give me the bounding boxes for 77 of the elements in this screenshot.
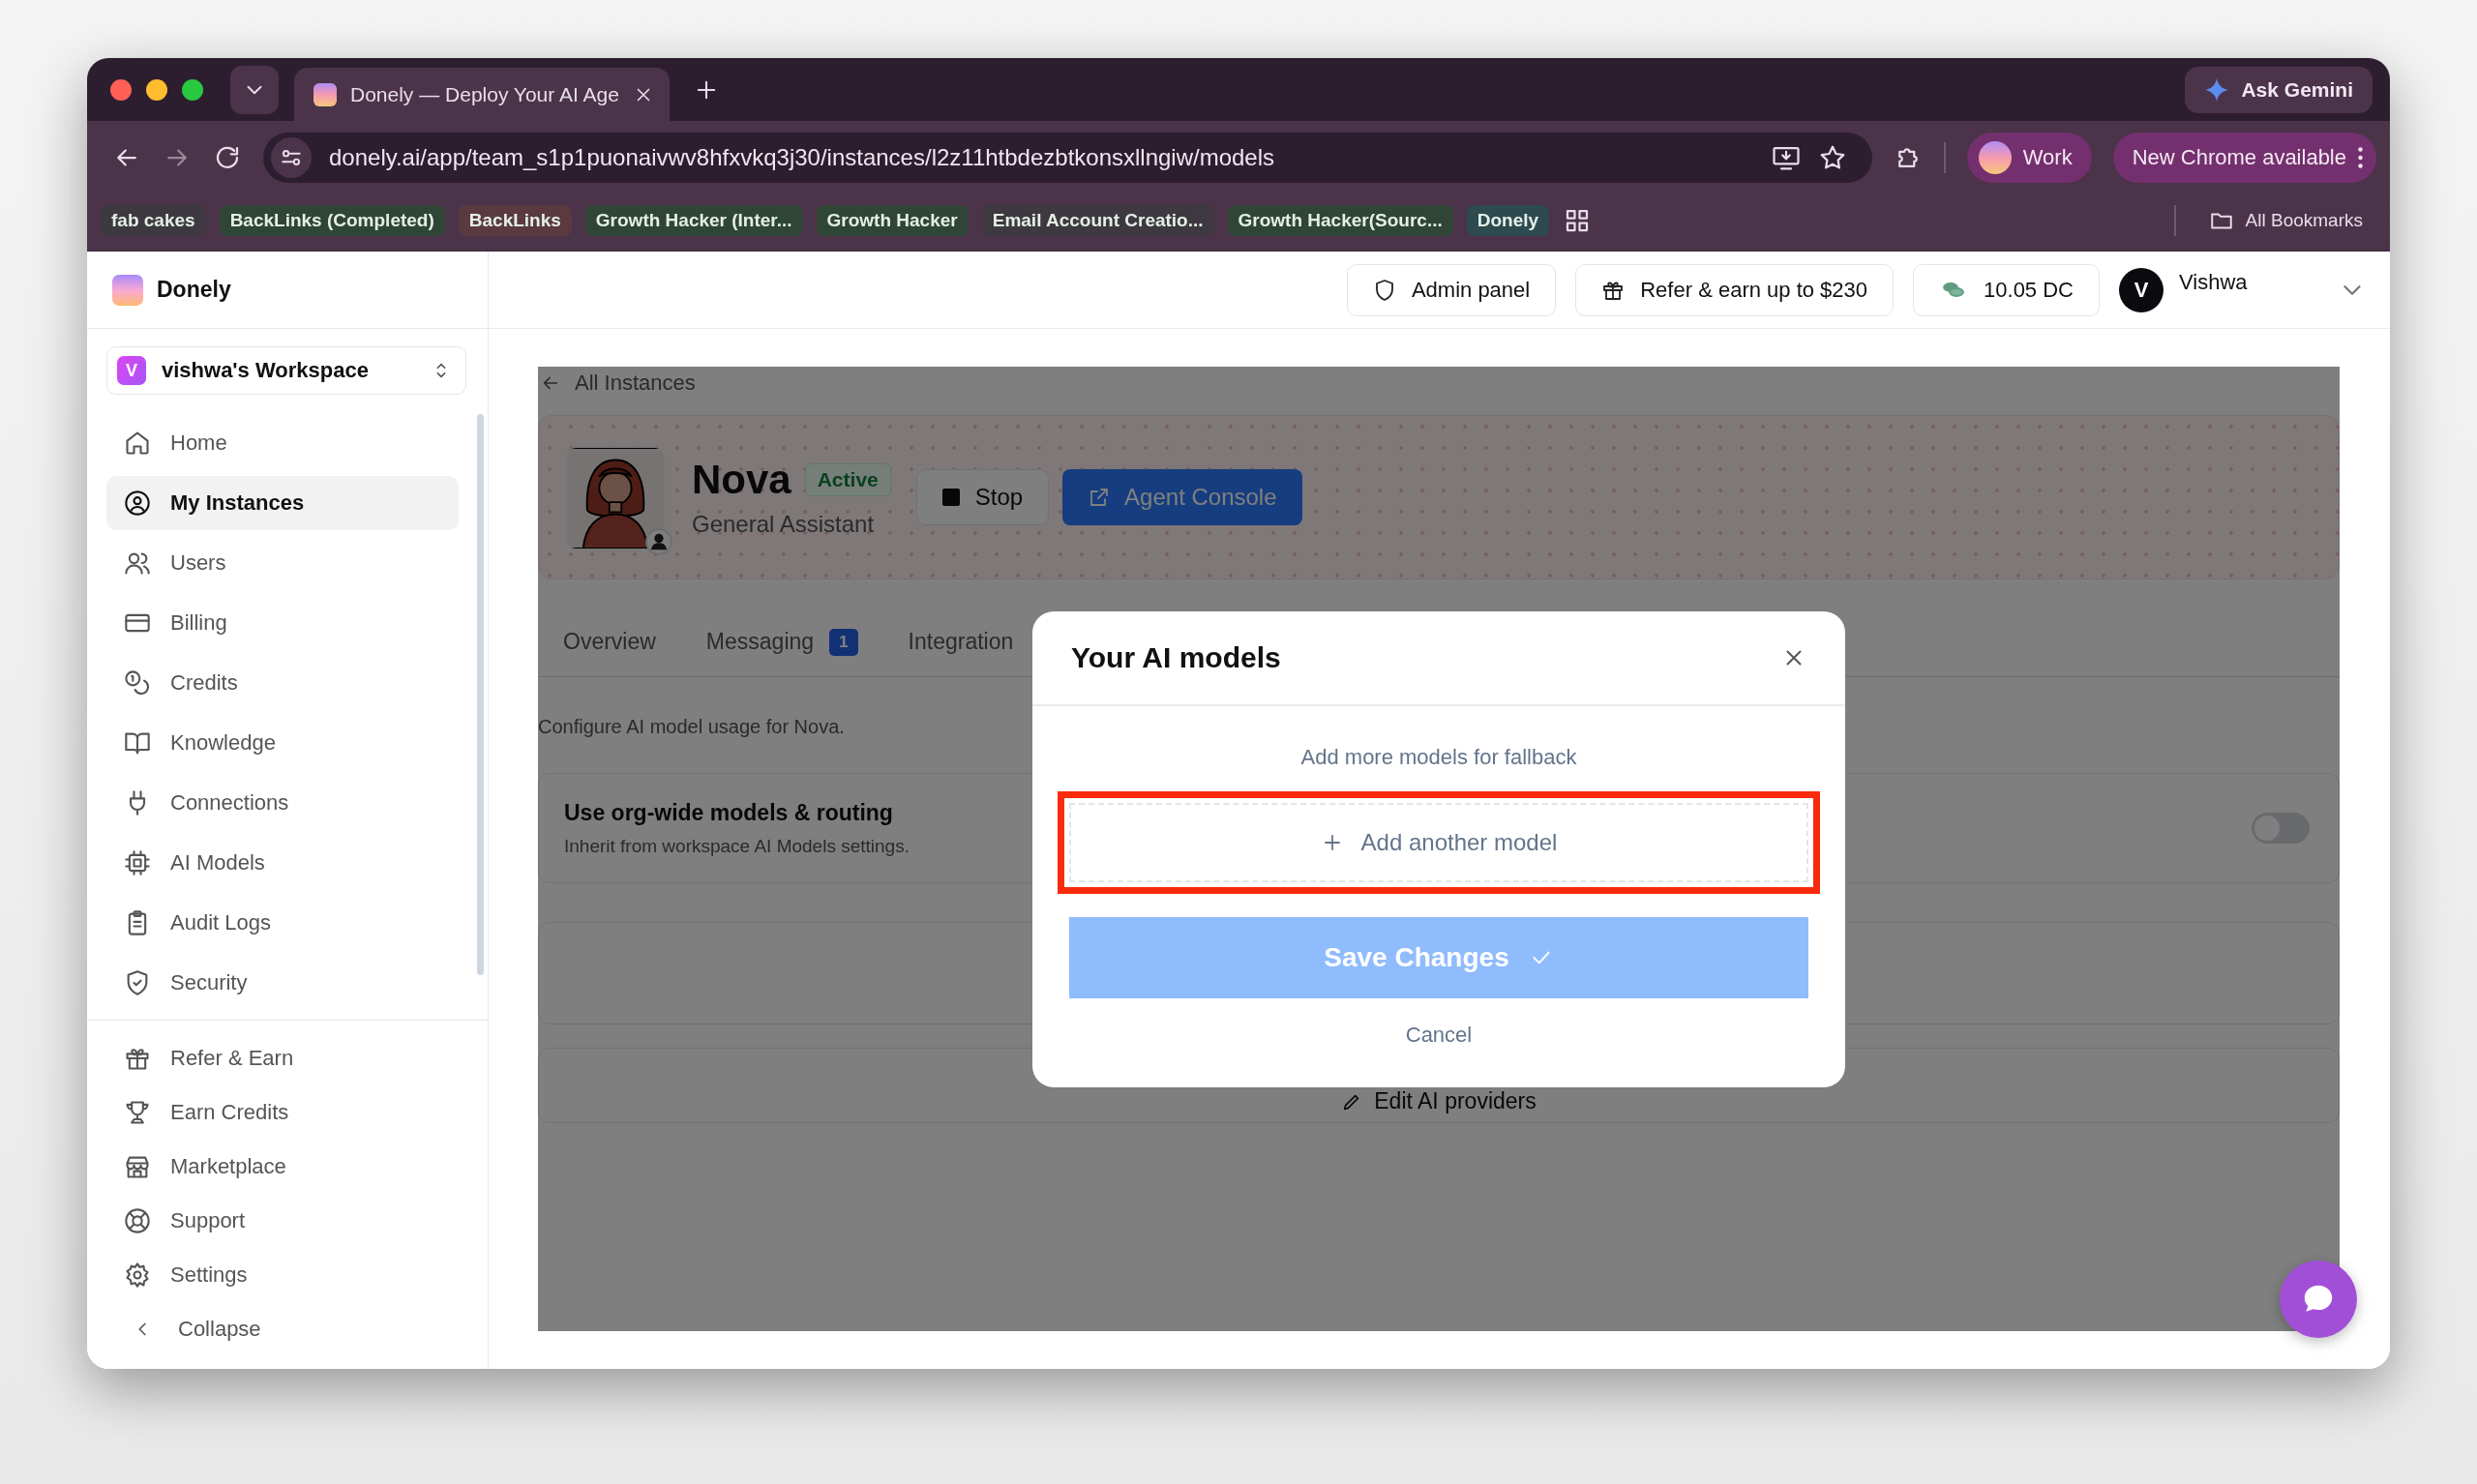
- favicon-icon: [313, 82, 337, 106]
- nav-item[interactable]: Support: [106, 1195, 459, 1247]
- site-settings-icon[interactable]: [271, 136, 312, 178]
- setting-description: Inherit from workspace AI Models settings.: [564, 835, 910, 857]
- admin-panel-button[interactable]: Admin panel: [1346, 263, 1557, 316]
- home-icon: [124, 430, 151, 457]
- nav-item[interactable]: Knowledge: [106, 716, 459, 770]
- brand-name: Donely: [157, 277, 231, 303]
- add-model-button[interactable]: Add another model: [1069, 802, 1808, 882]
- nav-item[interactable]: Marketplace: [106, 1141, 459, 1193]
- credits-button[interactable]: 10.05 DC: [1913, 263, 2100, 316]
- bookmark[interactable]: Growth Hacker (Inter...: [584, 204, 803, 236]
- dialog-title: Your AI models: [1071, 640, 1281, 674]
- address-bar[interactable]: donely.ai/app/team_s1p1puonaivwv8hfxvkq3j30/instances/l2z11htbdezbtkonsxllngiw/models: [263, 132, 1872, 183]
- count-badge: 1: [829, 628, 858, 656]
- nav-item[interactable]: Earn Credits: [106, 1086, 459, 1139]
- workspace-avatar: V: [117, 356, 146, 385]
- profile-avatar-icon: [1978, 140, 2012, 174]
- instance-role: General Assistant: [692, 511, 876, 538]
- instance-name: Nova: [692, 457, 791, 503]
- tab[interactable]: Integration: [908, 610, 1014, 676]
- stop-icon: [941, 489, 960, 506]
- tab-title: Donely — Deploy Your AI Age: [350, 82, 619, 106]
- nav-item[interactable]: Audit Logs: [106, 896, 459, 950]
- edit-providers-link[interactable]: Edit AI providers: [1341, 1088, 1537, 1114]
- refer-button[interactable]: Refer & earn up to $230: [1575, 263, 1895, 316]
- bookmark[interactable]: fab cakes: [101, 204, 206, 236]
- all-bookmarks-button[interactable]: All Bookmarks: [2202, 206, 2369, 234]
- minimize-light[interactable]: [146, 78, 167, 101]
- bookmark[interactable]: Growth Hacker(Sourc...: [1227, 204, 1453, 236]
- zoom-light[interactable]: [182, 78, 203, 101]
- stop-button[interactable]: Stop: [915, 469, 1050, 525]
- chevron-down-icon: [2343, 284, 2361, 295]
- nav-item[interactable]: Connections: [106, 776, 459, 830]
- status-badge: Active: [804, 463, 891, 496]
- close-light[interactable]: [110, 78, 132, 101]
- user-avatar: V: [2119, 267, 2164, 312]
- more-icon: [2358, 146, 2363, 168]
- bookmark[interactable]: BackLinks (Completed): [219, 204, 445, 236]
- url-text: donely.ai/app/team_s1p1puonaivwv8hfxvkq3j30/instances/l2z11htbdezbtkonsxllngiw/models: [329, 143, 1275, 171]
- collapse-button[interactable]: Collapse: [106, 1303, 459, 1355]
- bookmark[interactable]: Email Account Creatio...: [981, 204, 1214, 236]
- bookmark[interactable]: BackLinks: [458, 204, 572, 236]
- nav-item[interactable]: Users: [106, 536, 459, 590]
- bookmark[interactable]: Growth Hacker: [816, 204, 969, 236]
- setting-title: Use org-wide models & routing: [564, 799, 894, 826]
- person-badge-icon: [645, 528, 672, 555]
- scrollbar[interactable]: [477, 414, 484, 975]
- nav-item[interactable]: Home: [106, 416, 459, 470]
- tab[interactable]: Messaging 1: [705, 610, 858, 676]
- lifebuoy-icon: [124, 1207, 151, 1234]
- nav-item[interactable]: AI Models: [106, 836, 459, 890]
- nav-item[interactable]: Credits: [106, 656, 459, 710]
- settings-icon: [124, 1261, 151, 1289]
- nav-item[interactable]: Refer & Earn: [106, 1032, 459, 1084]
- chip-icon: [124, 849, 151, 876]
- trophy-icon: [124, 1099, 151, 1126]
- cancel-button[interactable]: Cancel: [1399, 1021, 1478, 1049]
- hint-text: Add more models for fallback: [1299, 744, 1578, 770]
- nav-item[interactable]: My Instances: [106, 476, 459, 530]
- user-circle-icon: [124, 490, 151, 517]
- workspace-selector[interactable]: V vishwa's Workspace: [106, 346, 466, 395]
- ask-gemini-button[interactable]: Ask Gemini: [2185, 66, 2373, 113]
- browser-tab[interactable]: Donely — Deploy Your AI Age: [294, 68, 670, 121]
- coins-icon: [124, 669, 151, 697]
- nav-item[interactable]: Security: [106, 956, 459, 1010]
- profile-button[interactable]: Work: [1966, 132, 2092, 183]
- nav-item[interactable]: Settings: [106, 1249, 459, 1301]
- description-text: Configure AI model usage for Nova.: [538, 716, 846, 738]
- update-button[interactable]: New Chrome available: [2112, 132, 2376, 183]
- user-menu[interactable]: V Vishwa: [2119, 267, 2361, 312]
- chevron-down-icon[interactable]: [230, 65, 279, 114]
- tab[interactable]: Overview: [563, 610, 656, 676]
- bookmark[interactable]: Donely: [1466, 204, 1550, 236]
- back-link[interactable]: All Instances: [540, 371, 2340, 396]
- logo-icon: [112, 274, 143, 306]
- nav-item[interactable]: Billing: [106, 596, 459, 650]
